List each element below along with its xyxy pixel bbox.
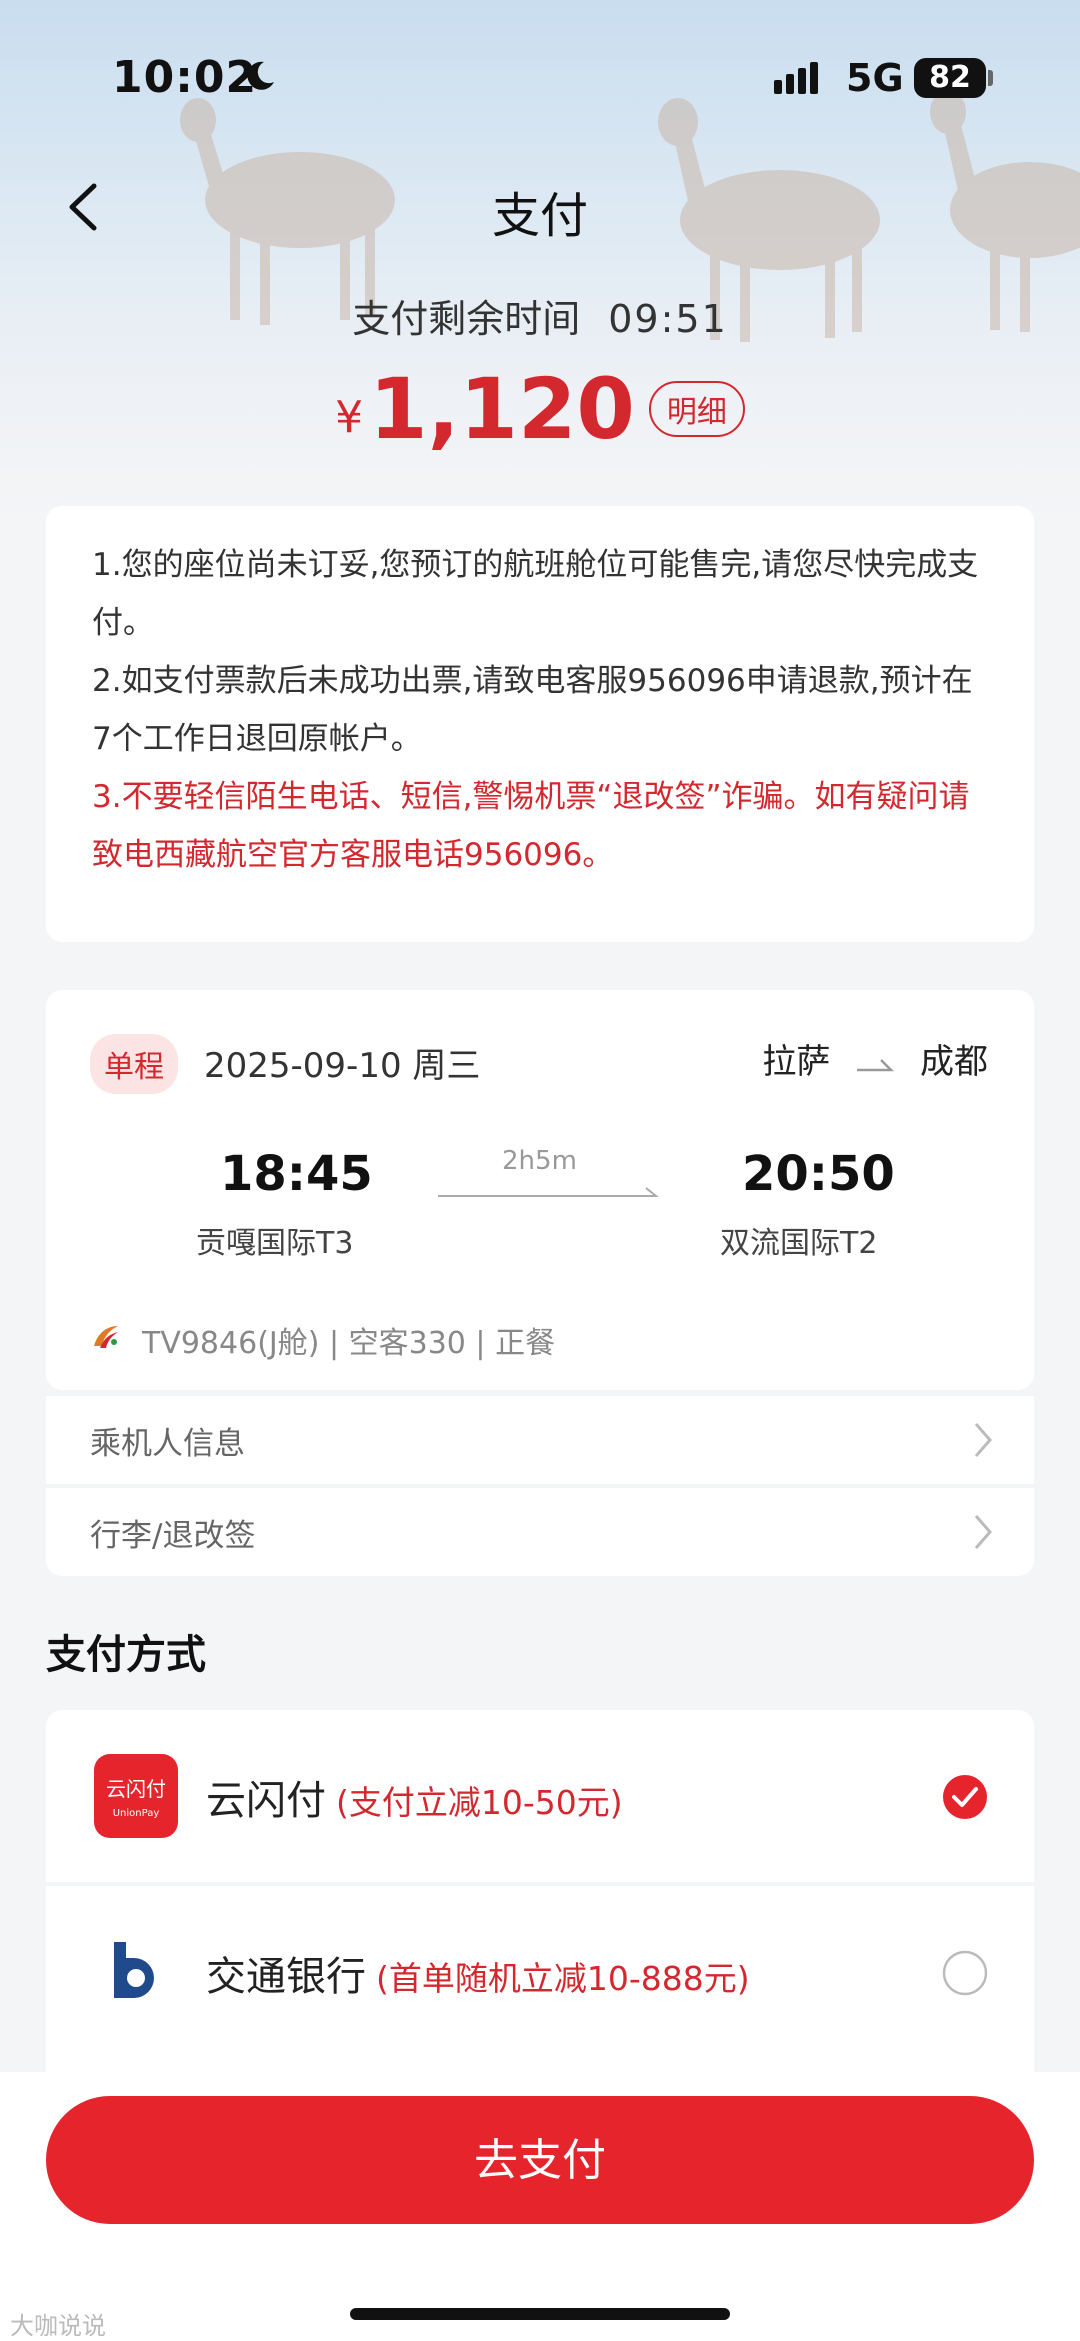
airline-logo-icon [94, 1326, 118, 1348]
notice-item: 2.如支付票款后未成功出票,请致电客服956096申请退款,预计在7个工作日退回… [92, 663, 973, 757]
flight-info: TV9846(J舱) | 空客330 | 正餐 [142, 1326, 556, 1361]
trip-type-badge: 单程 [90, 1034, 178, 1094]
payment-promo: (首单随机立减10-888元) [376, 1959, 750, 1998]
from-city: 拉萨 [762, 1042, 831, 1082]
signal-icon [774, 62, 822, 94]
flight-route: 拉萨 成都 [762, 1034, 988, 1083]
payment-name: 交通银行 [206, 1954, 366, 2000]
payment-option-label: 交通银行 (首单随机立减10-888元) [206, 1944, 750, 2002]
bocom-logo-icon [114, 1942, 154, 1998]
radio-checked-icon[interactable] [942, 1774, 988, 1820]
status-bar: 10:02 5G 82 [0, 0, 1080, 160]
notice-list: 1.您的座位尚未订妥,您预订的航班舱位可能售完,请您尽快完成支付。 2.如支付票… [92, 536, 992, 884]
watermark: 大咖说说 [10, 2312, 106, 2340]
network-label: 5G [846, 56, 904, 100]
total-amount: 1,120 [369, 360, 635, 458]
to-city: 成都 [920, 1042, 988, 1082]
notice-warning: 3.不要轻信陌生电话、短信,警惕机票“退改签”诈骗。如有疑问请致电西藏航空官方客… [92, 779, 970, 873]
chevron-right-icon [974, 1423, 992, 1457]
chevron-right-icon [974, 1515, 992, 1549]
countdown-label: 支付剩余时间 [352, 297, 581, 341]
arrival-airport: 双流国际T2 [720, 1226, 878, 1261]
baggage-refund-label: 行李/退改签 [90, 1518, 256, 1554]
arrival-time: 20:50 [742, 1146, 895, 1202]
duration-arrow-icon [438, 1187, 659, 1197]
departure-time: 18:45 [220, 1146, 373, 1202]
payment-name: 云闪付 [206, 1778, 326, 1824]
countdown: 支付剩余时间 09:51 [0, 288, 1080, 343]
unionpay-logo-icon: 云闪付 UnionPay [94, 1754, 178, 1838]
flight-date: 2025-09-10 周三 [204, 1046, 481, 1086]
unionpay-logo-text: 云闪付 [106, 1777, 166, 1801]
payment-promo: (支付立减10-50元) [336, 1783, 623, 1822]
payment-option-label: 云闪付 (支付立减10-50元) [206, 1768, 623, 1826]
battery-icon: 82 [914, 58, 986, 98]
route-arrow-icon [857, 1058, 895, 1071]
notice-item: 1.您的座位尚未订妥,您预订的航班舱位可能售完,请您尽快完成支付。 [92, 547, 979, 641]
notice-card: 1.您的座位尚未订妥,您预订的航班舱位可能售完,请您尽快完成支付。 2.如支付票… [46, 506, 1034, 942]
home-indicator [350, 2308, 730, 2320]
passenger-info-label: 乘机人信息 [90, 1426, 245, 1462]
price-detail-button[interactable]: 明细 [648, 381, 745, 437]
unionpay-logo-subtext: UnionPay [113, 1808, 160, 1819]
go-pay-button[interactable]: 去支付 [46, 2096, 1034, 2224]
page-title: 支付 [491, 188, 588, 244]
payment-option-bocom[interactable]: 交通银行 (首单随机立减10-888元) [46, 1886, 1034, 2072]
battery-tip [988, 70, 993, 86]
passenger-info-row[interactable]: 乘机人信息 [46, 1396, 1034, 1484]
countdown-value: 09:51 [608, 297, 728, 341]
status-time: 10:02 [112, 52, 258, 103]
departure-airport: 贡嘎国际T3 [196, 1226, 354, 1261]
flight-duration: 2h5m [502, 1146, 577, 1176]
payment-methods-heading: 支付方式 [46, 1632, 206, 1678]
flight-card: 单程 2025-09-10 周三 拉萨 成都 18:45 2h5m 20:50 … [46, 990, 1034, 1390]
baggage-refund-row[interactable]: 行李/退改签 [46, 1488, 1034, 1576]
price-row: ¥1,120 明细 [0, 360, 1080, 458]
radio-unchecked-icon[interactable] [942, 1950, 988, 1996]
moon-icon [247, 61, 274, 90]
payment-option-unionpay[interactable]: 云闪付 UnionPay 云闪付 (支付立减10-50元) [46, 1710, 1034, 1882]
currency-symbol: ¥ [335, 392, 364, 443]
